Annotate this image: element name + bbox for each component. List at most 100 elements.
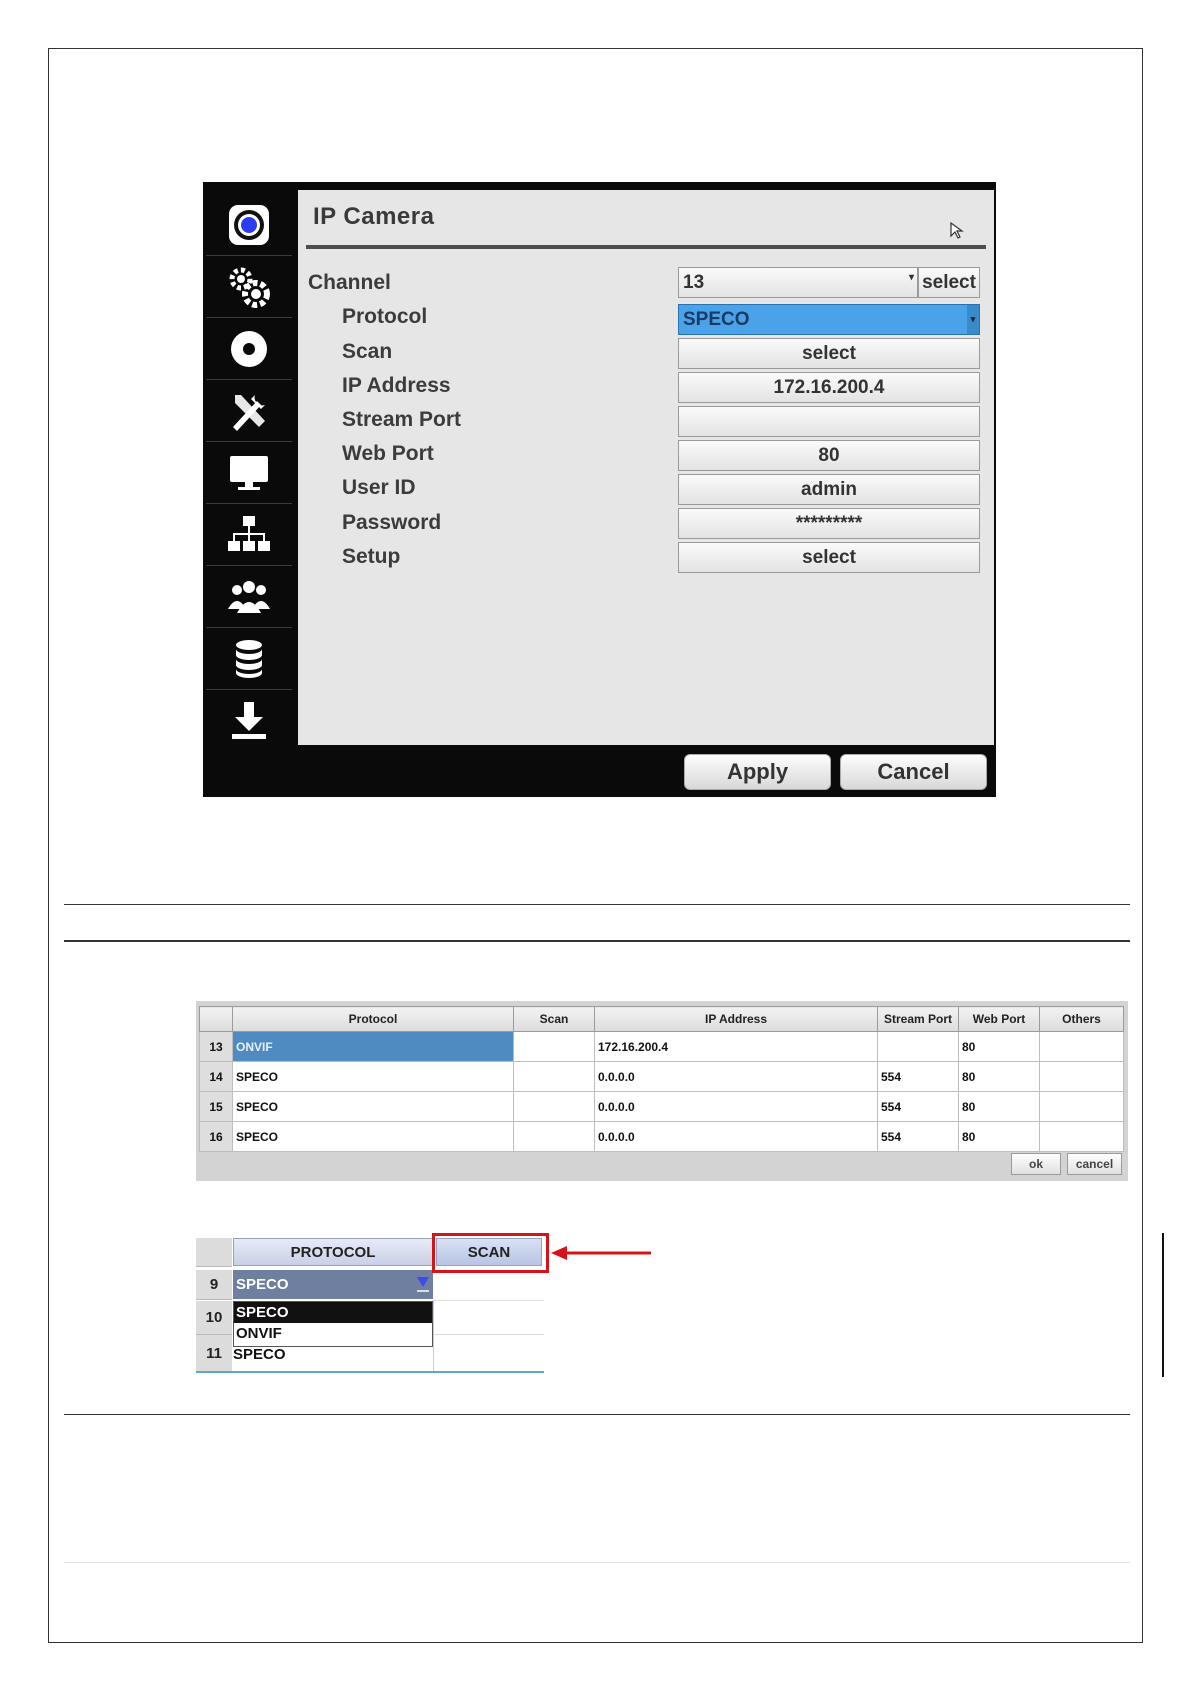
ip-address-label: IP Address xyxy=(342,374,451,397)
protocol-value: SPECO xyxy=(683,308,750,330)
stream-port-cell[interactable]: 554 xyxy=(877,1061,959,1092)
ok-button[interactable]: ok xyxy=(1011,1153,1061,1175)
ip-address-cell[interactable]: 0.0.0.0 xyxy=(594,1091,878,1122)
table-row[interactable]: 14 SPECO 0.0.0.0 554 80 xyxy=(199,1061,1124,1092)
channel-select-button[interactable]: select xyxy=(918,267,980,298)
scan-cell[interactable] xyxy=(513,1121,595,1152)
channel-dropdown[interactable]: 13 ▾ xyxy=(678,267,918,298)
channel-value: 13 xyxy=(683,271,705,293)
protocol-label: Protocol xyxy=(342,305,428,328)
protocol-cell[interactable]: ONVIF xyxy=(232,1031,514,1062)
protocol-dropdown[interactable]: SPECO ▾ xyxy=(678,304,980,335)
settings-panel: IP Camera Channel 13 ▾ select Protocol S… xyxy=(298,190,994,745)
channel-label: Channel xyxy=(308,271,391,294)
scan-cell[interactable] xyxy=(513,1091,595,1122)
stream-port-cell[interactable]: 554 xyxy=(877,1121,959,1152)
ip-address-cell[interactable]: 0.0.0.0 xyxy=(594,1061,878,1092)
user-id-label: User ID xyxy=(342,476,416,499)
user-id-field[interactable]: admin xyxy=(678,474,980,505)
stream-port-label: Stream Port xyxy=(342,408,462,431)
divider-lower xyxy=(64,1414,1130,1415)
sidebar-item-network[interactable] xyxy=(206,504,292,566)
record-disc-icon xyxy=(231,330,267,367)
selected-protocol: SPECO xyxy=(236,1276,289,1293)
database-icon xyxy=(236,639,262,678)
web-port-field[interactable]: 80 xyxy=(678,440,980,471)
sidebar-item-storage[interactable] xyxy=(206,628,292,690)
sidebar-item-tools[interactable] xyxy=(206,380,292,442)
dropdown-arrow-icon xyxy=(417,1277,429,1292)
row-number: 16 xyxy=(199,1121,233,1152)
apply-button[interactable]: Apply xyxy=(684,754,831,790)
table-cancel-button[interactable]: cancel xyxy=(1067,1153,1122,1175)
column-header-protocol: Protocol xyxy=(232,1006,514,1032)
device-table: Protocol Scan IP Address Stream Port Web… xyxy=(199,1006,1124,1152)
row-number: 15 xyxy=(199,1091,233,1122)
row-number: 11 xyxy=(196,1335,232,1372)
password-field[interactable]: ********* xyxy=(678,508,980,539)
web-port-cell[interactable]: 80 xyxy=(958,1061,1040,1092)
protocol-cell[interactable]: SPECO xyxy=(232,1061,514,1092)
sidebar-item-download[interactable] xyxy=(206,690,292,751)
setup-label: Setup xyxy=(342,545,401,568)
sidebar-item-camera[interactable] xyxy=(206,194,292,256)
sidebar-item-record[interactable] xyxy=(206,318,292,380)
row-number: 10 xyxy=(196,1301,232,1335)
protocol-cell[interactable]: SPECO xyxy=(232,1091,514,1122)
protocol-option-onvif[interactable]: ONVIF xyxy=(234,1323,432,1344)
sidebar-item-settings[interactable] xyxy=(206,256,292,318)
grid-line xyxy=(433,1300,544,1301)
row-number: 9 xyxy=(196,1270,232,1300)
setup-select-button[interactable]: select xyxy=(678,542,980,573)
table-row[interactable]: 13 ONVIF 172.16.200.4 80 xyxy=(199,1031,1124,1062)
table-header-row: Protocol Scan IP Address Stream Port Web… xyxy=(199,1006,1124,1032)
others-cell[interactable] xyxy=(1039,1121,1124,1152)
divider-footer xyxy=(64,1562,1130,1563)
stream-port-cell[interactable] xyxy=(877,1031,959,1062)
column-header-number xyxy=(199,1006,233,1032)
others-cell[interactable] xyxy=(1039,1031,1124,1062)
web-port-cell[interactable]: 80 xyxy=(958,1121,1040,1152)
ip-address-cell[interactable]: 0.0.0.0 xyxy=(594,1121,878,1152)
users-icon xyxy=(228,580,270,613)
mouse-cursor-icon xyxy=(950,222,964,239)
column-header-others: Others xyxy=(1039,1006,1124,1032)
margin-bar xyxy=(1162,1233,1164,1377)
others-cell[interactable] xyxy=(1039,1061,1124,1092)
protocol-dropdown-selected[interactable]: SPECO xyxy=(233,1270,433,1299)
others-cell[interactable] xyxy=(1039,1091,1124,1122)
scan-select-button[interactable]: select xyxy=(678,338,980,369)
sidebar-item-users[interactable] xyxy=(206,566,292,628)
divider-thick xyxy=(64,940,1130,942)
grid-line xyxy=(433,1300,434,1373)
corner-cell xyxy=(196,1238,232,1267)
ip-address-field[interactable]: 172.16.200.4 xyxy=(678,372,980,403)
camera-icon xyxy=(229,204,269,245)
scan-cell[interactable] xyxy=(513,1061,595,1092)
web-port-cell[interactable]: 80 xyxy=(958,1031,1040,1062)
ip-address-cell[interactable]: 172.16.200.4 xyxy=(594,1031,878,1062)
title-divider xyxy=(306,245,986,249)
grid-line xyxy=(433,1334,544,1335)
column-header-scan: Scan xyxy=(513,1006,595,1032)
red-arrow-icon xyxy=(551,1246,651,1260)
protocol-dropdown-list: SPECO ONVIF xyxy=(233,1301,433,1347)
dropdown-arrow-icon: ▾ xyxy=(908,272,914,283)
scan-cell[interactable] xyxy=(513,1031,595,1062)
web-port-cell[interactable]: 80 xyxy=(958,1091,1040,1122)
menu-sidebar xyxy=(206,194,292,739)
protocol-option-speco[interactable]: SPECO xyxy=(234,1302,432,1323)
divider-thin xyxy=(64,904,1130,905)
page-title: IP Camera xyxy=(313,203,435,230)
monitor-icon xyxy=(230,455,268,490)
ip-camera-dialog: IP Camera Channel 13 ▾ select Protocol S… xyxy=(203,182,996,797)
stream-port-cell[interactable]: 554 xyxy=(877,1091,959,1122)
gears-icon xyxy=(229,267,270,308)
stream-port-field[interactable] xyxy=(678,406,980,437)
table-row[interactable]: 15 SPECO 0.0.0.0 554 80 xyxy=(199,1091,1124,1122)
scan-label: Scan xyxy=(342,340,393,363)
cancel-button[interactable]: Cancel xyxy=(840,754,987,790)
sidebar-item-display[interactable] xyxy=(206,442,292,504)
table-row[interactable]: 16 SPECO 0.0.0.0 554 80 xyxy=(199,1121,1124,1152)
protocol-cell[interactable]: SPECO xyxy=(232,1121,514,1152)
